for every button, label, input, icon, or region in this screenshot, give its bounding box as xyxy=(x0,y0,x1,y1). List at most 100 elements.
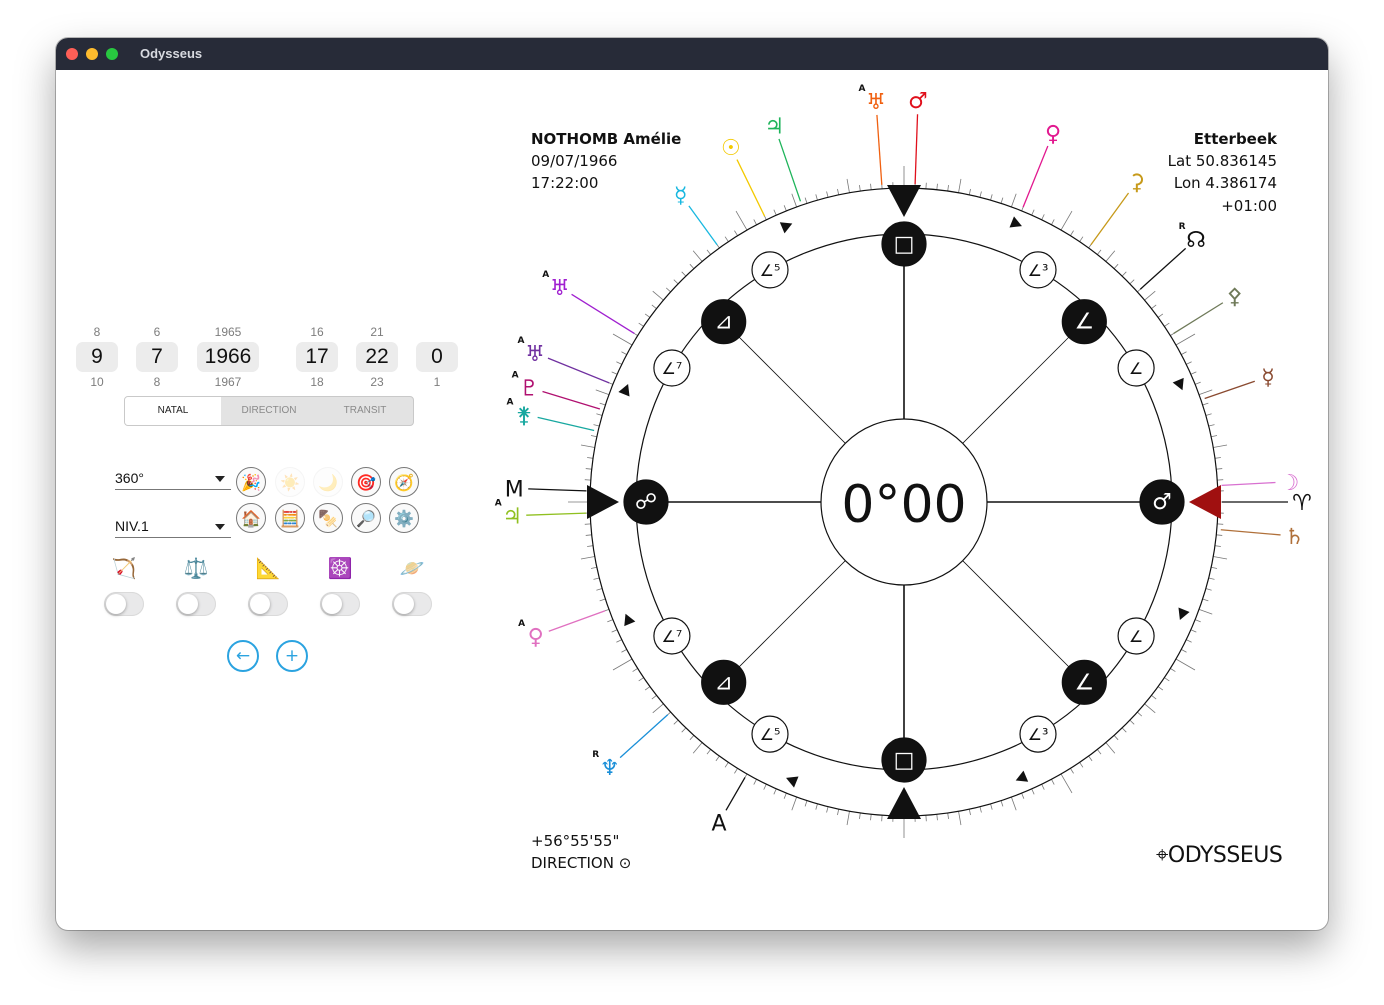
tick-mark xyxy=(665,287,671,293)
aspect-square-top: □ xyxy=(881,221,927,267)
tick-mark xyxy=(1144,703,1156,714)
tick-mark xyxy=(1021,792,1025,799)
planet-flag: A xyxy=(517,336,524,346)
tick-mark xyxy=(1216,468,1223,470)
tick-mark xyxy=(1000,800,1004,807)
planet-connector xyxy=(547,357,610,384)
planet-flag: A xyxy=(495,499,502,509)
arrow-marker xyxy=(1009,216,1022,228)
tick-mark xyxy=(1079,762,1084,768)
planet-connector xyxy=(537,416,595,432)
tick-mark xyxy=(616,361,622,365)
tick-mark xyxy=(1198,609,1213,615)
aspect-minor: ∠ xyxy=(1117,349,1155,387)
planet-glyph: ☿ xyxy=(674,184,688,209)
planet-connector xyxy=(528,488,587,492)
tick-mark xyxy=(1214,545,1221,547)
planet-connector xyxy=(1221,481,1276,487)
tick-mark xyxy=(585,468,592,470)
planet-connector xyxy=(1139,247,1187,290)
aspect-semisquare-ne-symbol: ∠ xyxy=(1074,310,1094,335)
tick-mark xyxy=(1113,735,1119,741)
tick-mark xyxy=(837,188,840,195)
tick-mark xyxy=(947,185,949,192)
tick-mark xyxy=(1213,556,1228,560)
tick-mark xyxy=(1190,629,1197,633)
tick-mark xyxy=(1097,749,1102,755)
tick-mark xyxy=(1208,577,1215,580)
tick-mark xyxy=(1202,402,1209,406)
planet-glyph: ♅ xyxy=(525,342,545,367)
tick-mark xyxy=(990,803,993,810)
tick-mark xyxy=(1190,371,1197,375)
tick-mark xyxy=(681,727,687,733)
tick-mark xyxy=(1070,768,1074,774)
aspect-minor: ∠⁷ xyxy=(653,349,691,387)
planet-flag: A xyxy=(507,397,514,407)
tick-mark xyxy=(1151,304,1157,309)
tick-mark xyxy=(651,304,657,309)
tick-mark xyxy=(1097,249,1102,255)
tick-mark xyxy=(1170,668,1176,672)
tick-mark xyxy=(595,389,610,395)
planet-connector xyxy=(725,777,746,811)
tick-mark xyxy=(1194,619,1201,623)
tick-mark xyxy=(734,768,738,774)
tick-mark xyxy=(1208,424,1215,427)
tick-mark xyxy=(692,250,703,262)
zoom-window-button[interactable] xyxy=(106,48,118,60)
aspect-minor: ∠ xyxy=(1117,617,1155,655)
planet-connector xyxy=(542,390,601,410)
tick-mark xyxy=(1079,236,1084,242)
direction-wheel[interactable]: 0°00 □♂□☍∠∠⊿⊿∠³∠∠∠³∠⁵∠⁷∠⁷∠⁵ ☉♃♅A♂♀⚳☊R⚴☿☽… xyxy=(56,70,1328,930)
aspect-opposition-left: ☍ xyxy=(623,479,669,525)
aspect-sesqui-sw: ⊿ xyxy=(701,659,747,705)
planet-glyph: ⚴ xyxy=(1227,284,1243,309)
tick-mark xyxy=(1198,389,1213,395)
arrow-marker xyxy=(779,222,793,234)
arrow-marker xyxy=(786,776,799,788)
planet-connector xyxy=(778,138,802,202)
tick-mark xyxy=(1214,457,1221,459)
tick-mark xyxy=(599,598,606,602)
tick-mark xyxy=(870,183,872,190)
main-content: 8 9 10 6 7 8 1965 1966 1967 16 17 18 21 xyxy=(56,70,1328,930)
planet-connector xyxy=(736,159,766,217)
tick-mark xyxy=(652,703,664,714)
tick-mark xyxy=(791,193,797,208)
planet-glyph: A xyxy=(711,811,726,836)
tick-mark xyxy=(1202,598,1209,602)
close-window-button[interactable] xyxy=(66,48,78,60)
tick-mark xyxy=(1041,784,1045,790)
app-window: Odysseus 8 9 10 6 7 8 1965 1966 1967 16 … xyxy=(56,38,1328,930)
aspect-semisquare-se: ∠ xyxy=(1061,659,1107,705)
cardinal-arrow xyxy=(1189,485,1221,519)
planet-glyph: ♂ xyxy=(908,89,928,114)
tick-mark xyxy=(1194,381,1201,385)
tick-mark xyxy=(1164,677,1170,682)
tick-mark xyxy=(689,263,695,269)
tick-mark xyxy=(1213,444,1228,448)
tick-mark xyxy=(593,424,600,427)
tick-mark xyxy=(1137,711,1143,717)
aspect-conjunction-right: ♂ xyxy=(1139,479,1185,525)
planet-glyph: ♅ xyxy=(866,90,886,115)
tick-mark xyxy=(681,271,687,277)
tick-mark xyxy=(947,812,949,819)
tick-mark xyxy=(1060,210,1073,231)
tick-mark xyxy=(1031,209,1035,216)
tick-mark xyxy=(706,749,711,755)
tick-mark xyxy=(837,809,840,816)
tick-mark xyxy=(673,719,679,725)
planet-glyph: ♄ xyxy=(1285,525,1305,550)
tick-mark xyxy=(1175,333,1196,346)
tick-mark xyxy=(638,677,644,682)
aspect-square-top-symbol: □ xyxy=(894,232,915,257)
tick-mark xyxy=(1105,250,1116,262)
tick-mark xyxy=(1051,779,1055,785)
tick-mark xyxy=(1205,413,1212,416)
tick-mark xyxy=(1186,361,1192,365)
arrow-marker xyxy=(618,384,630,397)
minimize-window-button[interactable] xyxy=(86,48,98,60)
tick-mark xyxy=(1113,263,1119,269)
